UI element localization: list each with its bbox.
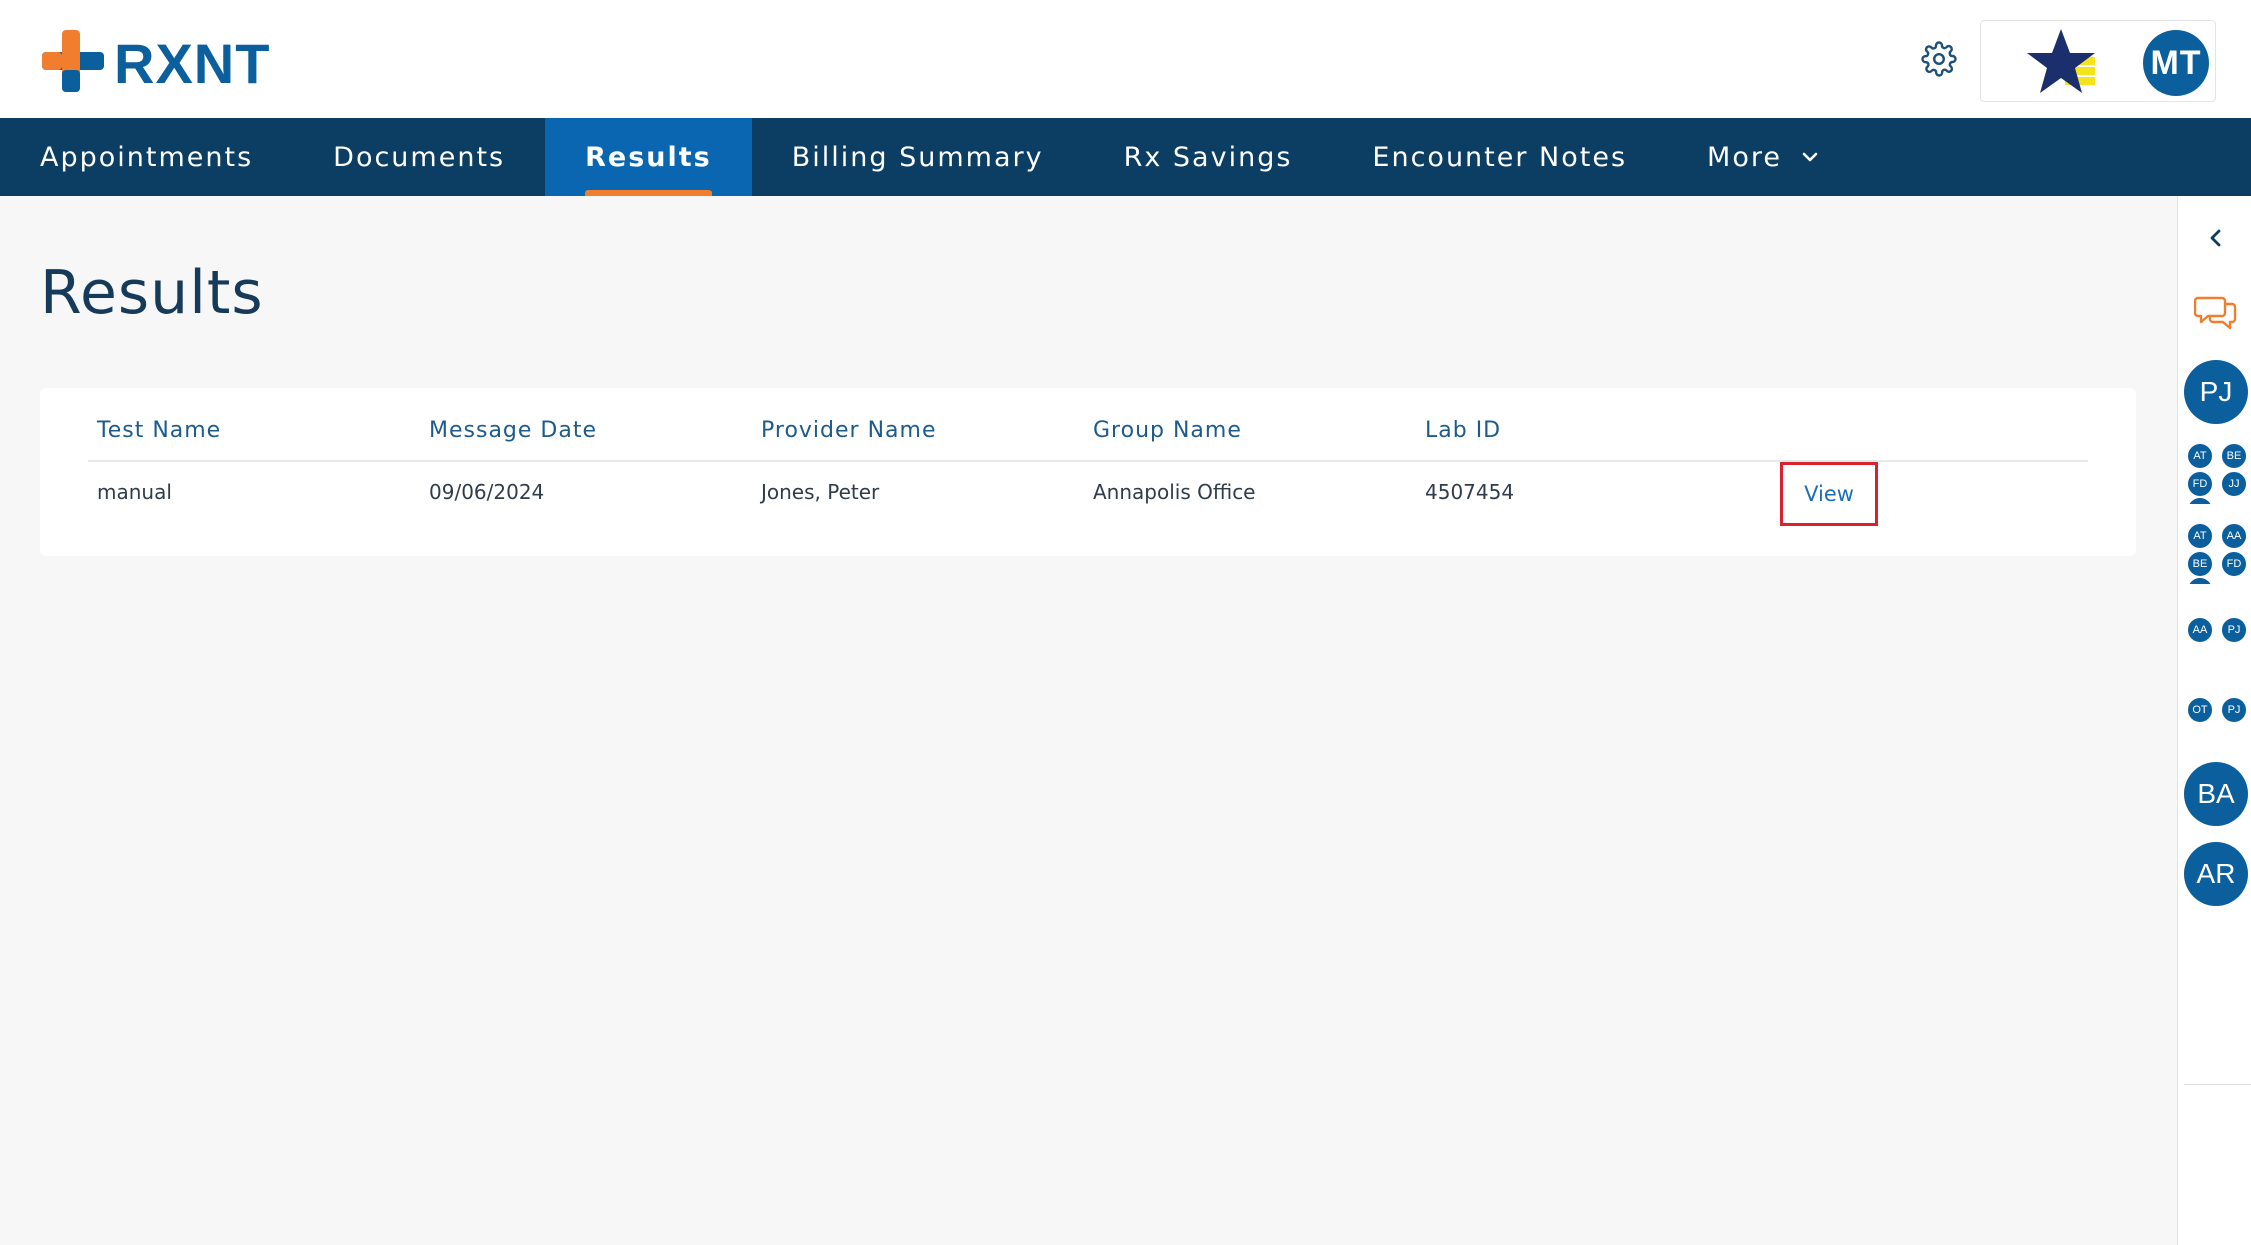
tab-more[interactable]: More <box>1667 118 1860 196</box>
tab-label: Rx Savings <box>1123 141 1293 173</box>
collapse-rail-button[interactable] <box>2202 224 2230 252</box>
tab-results[interactable]: Results <box>545 118 752 196</box>
tab-encounter-notes[interactable]: Encounter Notes <box>1332 118 1667 196</box>
cell-lab-id: 4507454 <box>1425 480 1515 504</box>
chevron-down-icon <box>1800 147 1820 167</box>
settings-button[interactable] <box>1918 38 1960 80</box>
group-member-avatar: AT <box>2186 522 2214 550</box>
group-member-avatar: OT <box>2186 696 2214 724</box>
cell-message-date: 09/06/2024 <box>429 480 545 504</box>
results-table: Test Name Message Date Provider Name Gro… <box>40 388 2136 556</box>
practice-star-badge-icon <box>2027 29 2095 93</box>
contact-group-2[interactable]: AT AA BE FD JJ <box>2186 522 2248 584</box>
tab-billing-summary[interactable]: Billing Summary <box>752 118 1084 196</box>
tab-label: Results <box>585 141 712 173</box>
main-nav: Appointments Documents Results Billing S… <box>0 118 2251 196</box>
page-title: Results <box>40 258 264 328</box>
tab-appointments[interactable]: Appointments <box>0 118 293 196</box>
gear-icon <box>1921 41 1957 77</box>
group-member-avatar: PJ <box>2220 616 2248 644</box>
group-member-avatar: AA <box>2186 616 2214 644</box>
tab-label: Appointments <box>40 141 254 173</box>
logo-cross-icon <box>42 30 104 92</box>
group-member-avatar: JJ <box>2220 470 2248 498</box>
chevron-left-icon <box>2210 229 2221 247</box>
cell-test-name: manual <box>97 480 172 504</box>
tab-documents[interactable]: Documents <box>293 118 545 196</box>
group-member-avatar: BE <box>2220 442 2248 470</box>
group-member-avatar: JJ <box>2186 496 2214 504</box>
group-member-avatar: FD <box>2186 470 2214 498</box>
logo-text: RXNT <box>114 32 271 95</box>
column-header-provider-name[interactable]: Provider Name <box>761 418 936 443</box>
rail-divider <box>2184 1084 2251 1085</box>
tab-rx-savings[interactable]: Rx Savings <box>1084 118 1333 196</box>
column-header-message-date[interactable]: Message Date <box>429 418 597 443</box>
group-member-avatar: FD <box>2220 550 2248 578</box>
user-menu[interactable]: MT <box>1980 20 2216 102</box>
contact-avatar-ba[interactable]: BA <box>2184 762 2248 826</box>
view-result-link[interactable]: View <box>1780 462 1878 526</box>
contact-group-3[interactable]: AA PJ <box>2186 616 2248 650</box>
cell-group-name: Annapolis Office <box>1093 480 1256 504</box>
contacts-rail: PJ AT BE FD JJ JJ AT AA BE FD JJ AA PJ O… <box>2177 196 2251 1245</box>
app-header: RXNT MT <box>0 0 2251 118</box>
table-header: Test Name Message Date Provider Name Gro… <box>88 418 2088 462</box>
table-row: manual 09/06/2024 Jones, Peter Annapolis… <box>88 462 2088 526</box>
column-header-test-name[interactable]: Test Name <box>97 418 221 443</box>
group-member-avatar: AA <box>2220 522 2248 550</box>
column-header-group-name[interactable]: Group Name <box>1093 418 1242 443</box>
contact-group-1[interactable]: AT BE FD JJ JJ <box>2186 442 2248 504</box>
tab-label: Billing Summary <box>791 141 1044 173</box>
contact-group-4[interactable]: OT PJ <box>2186 696 2248 730</box>
rxnt-logo[interactable]: RXNT <box>42 30 272 94</box>
tab-label: Documents <box>333 141 506 173</box>
tab-label: Encounter Notes <box>1372 141 1628 173</box>
contact-avatar-pj[interactable]: PJ <box>2184 360 2248 424</box>
group-member-avatar: AT <box>2186 442 2214 470</box>
group-member-avatar: BE <box>2186 550 2214 578</box>
group-member-avatar: JJ <box>2186 576 2214 584</box>
chat-icon <box>2193 296 2237 330</box>
contact-avatar-ar[interactable]: AR <box>2184 842 2248 906</box>
group-member-avatar: PJ <box>2220 696 2248 724</box>
user-avatar[interactable]: MT <box>2143 30 2209 96</box>
chat-button[interactable] <box>2193 292 2238 332</box>
column-header-lab-id[interactable]: Lab ID <box>1425 418 1501 443</box>
tab-label: More <box>1707 141 1782 173</box>
cell-provider-name: Jones, Peter <box>761 480 880 504</box>
